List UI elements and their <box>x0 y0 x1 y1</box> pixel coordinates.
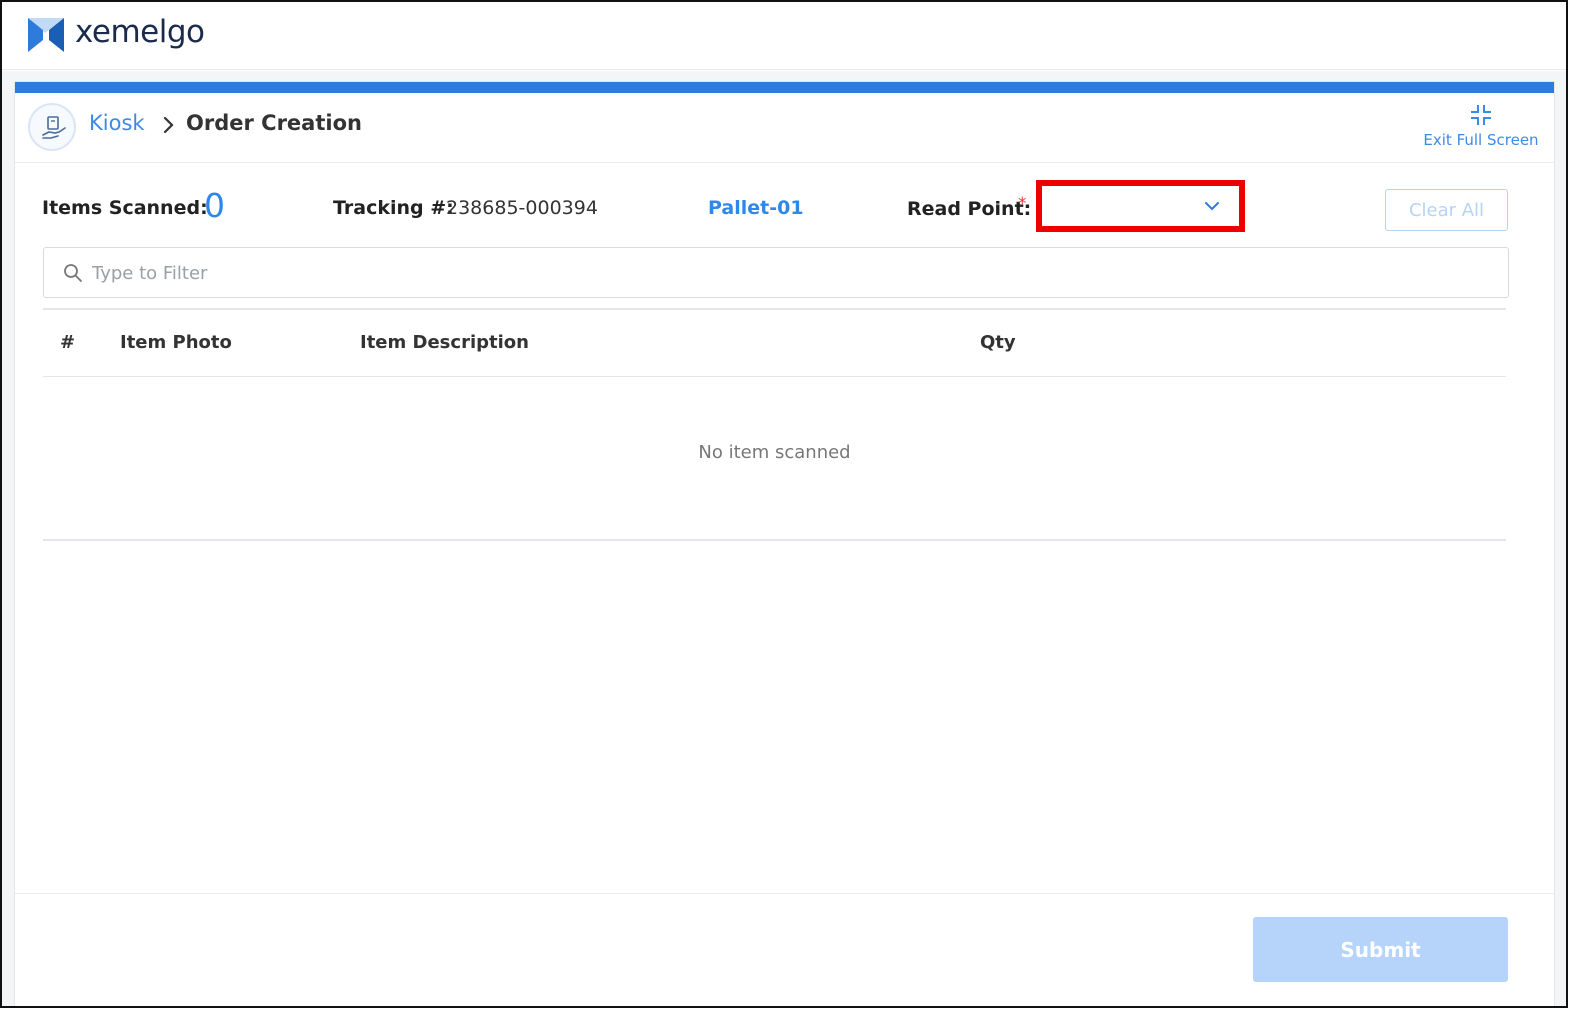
page-footer: Submit <box>15 893 1554 1006</box>
required-indicator: * <box>1018 194 1027 214</box>
accent-bar <box>15 82 1554 93</box>
table-header-row: # Item Photo Item Description Qty <box>43 310 1506 377</box>
chevron-down-icon <box>1205 202 1219 211</box>
chevron-right-icon <box>163 116 174 134</box>
scan-summary-bar: Items Scanned: 0 Tracking #: 238685-0003… <box>15 164 1554 244</box>
page-header: Kiosk Order Creation Exit Full Screen <box>15 93 1554 163</box>
column-header-index: # <box>60 332 76 353</box>
column-header-qty: Qty <box>980 332 1016 353</box>
empty-state-message: No item scanned <box>698 442 851 463</box>
kiosk-hand-package-icon <box>28 103 76 151</box>
filter-bar <box>43 247 1509 298</box>
brand-logo-text: xemelgo <box>75 14 205 50</box>
table-body: No item scanned <box>43 378 1506 541</box>
breadcrumb-current-page: Order Creation <box>186 111 362 135</box>
collapse-fullscreen-icon <box>1471 105 1491 125</box>
read-point-dropdown[interactable] <box>1042 186 1239 226</box>
read-point-label: Read Point: <box>907 198 1032 220</box>
submit-button[interactable]: Submit <box>1253 917 1508 982</box>
main-card: Kiosk Order Creation Exit Full Screen It… <box>14 81 1555 1006</box>
breadcrumb-kiosk-link[interactable]: Kiosk <box>89 111 145 135</box>
read-point-highlight <box>1036 180 1245 232</box>
tracking-number-value: 238685-000394 <box>446 197 598 219</box>
items-scanned-count: 0 <box>204 186 225 225</box>
exit-fullscreen-button[interactable]: Exit Full Screen <box>1419 99 1543 151</box>
column-header-item-description: Item Description <box>360 332 529 353</box>
filter-input[interactable] <box>92 256 1492 290</box>
top-navbar: xemelgo <box>2 2 1566 70</box>
items-scanned-label: Items Scanned: <box>42 197 208 219</box>
tracking-number-label: Tracking #: <box>333 197 454 219</box>
app-window: xemelgo Kiosk Order Creation Exit Full S… <box>0 0 1568 1008</box>
search-icon <box>64 264 82 282</box>
exit-fullscreen-label: Exit Full Screen <box>1423 131 1539 149</box>
clear-all-button[interactable]: Clear All <box>1385 189 1508 231</box>
pallet-link[interactable]: Pallet-01 <box>708 197 804 219</box>
xemelgo-logo-mark-icon <box>28 18 64 52</box>
column-header-item-photo: Item Photo <box>120 332 232 353</box>
